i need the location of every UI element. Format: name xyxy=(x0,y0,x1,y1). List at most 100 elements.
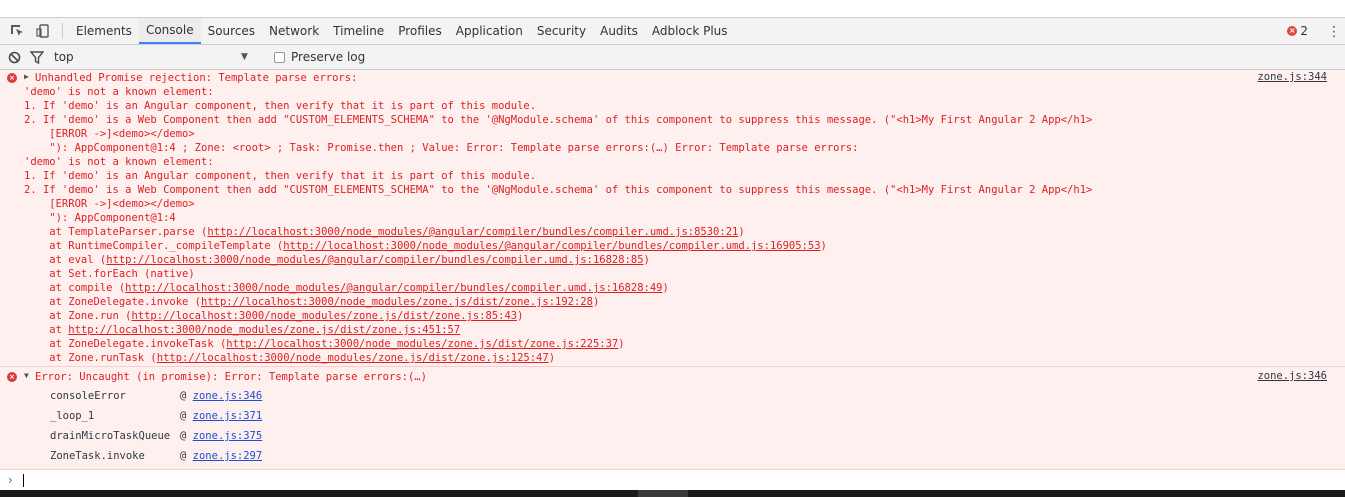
window-top-strip xyxy=(0,0,1345,17)
stack-frame-link[interactable]: http://localhost:3000/node_modules/zone.… xyxy=(131,310,517,322)
taskbar-strip xyxy=(0,490,1345,497)
stack-frame-link[interactable]: http://localhost:3000/node_modules/@angu… xyxy=(106,254,643,266)
expand-triangle-icon[interactable]: ▶ xyxy=(24,72,29,81)
tab-network[interactable]: Network xyxy=(262,18,326,44)
preserve-log-checkbox[interactable] xyxy=(274,51,285,63)
trace-function: ZoneTask.invoke xyxy=(50,450,145,462)
clear-console-icon[interactable] xyxy=(8,51,21,64)
error-icon: × xyxy=(7,372,17,382)
stack-frame-function: at ZoneDelegate.invoke ( xyxy=(24,296,202,308)
message-line: 2. If 'demo' is a Web Component then add… xyxy=(24,114,1093,126)
stack-frame-suffix: ) xyxy=(592,296,600,308)
dropdown-arrow-icon: ▼ xyxy=(241,52,248,62)
devtools-tab-bar: Elements Console Sources Network Timeline Pro… xyxy=(0,17,1345,45)
toolbar-divider xyxy=(62,23,63,39)
stack-frame: at eval (http://localhost:3000/node_modu… xyxy=(24,253,650,267)
panel-tabs: Elements Console Sources Network Timeline Pro… xyxy=(69,18,735,44)
device-toolbar-button[interactable] xyxy=(30,18,56,44)
error-icon: × xyxy=(1287,26,1298,36)
tab-audits[interactable]: Audits xyxy=(593,18,645,44)
trace-at-sign: @ xyxy=(180,450,193,462)
tab-elements[interactable]: Elements xyxy=(69,18,139,44)
stack-frame-function: at ZoneDelegate.invokeTask ( xyxy=(24,338,227,350)
stack-frame-function: at Set.forEach (native) xyxy=(24,268,195,280)
execution-context-value: top xyxy=(54,50,74,64)
console-error-message: × ▼ Error: Uncaught (in promise): Error:… xyxy=(0,367,1345,470)
more-options-icon[interactable]: ⋮ xyxy=(1323,18,1345,44)
trace-location-link[interactable]: zone.js:375 xyxy=(193,430,263,442)
tab-timeline[interactable]: Timeline xyxy=(326,18,391,44)
stack-frame-link[interactable]: http://localhost:3000/node_modules/zone.… xyxy=(201,296,593,308)
message-line: 'demo' is not a known element: xyxy=(24,86,214,98)
stack-frame-function: at Zone.run ( xyxy=(24,310,132,322)
stack-frame: at http://localhost:3000/node_modules/zo… xyxy=(24,323,460,337)
error-icon: × xyxy=(7,73,17,83)
tab-adblock-plus[interactable]: Adblock Plus xyxy=(645,18,735,44)
trace-function: drainMicroTaskQueue xyxy=(50,430,171,442)
console-prompt[interactable]: › xyxy=(0,470,1345,490)
execution-context-select[interactable]: top ▼ xyxy=(54,50,254,64)
tab-sources[interactable]: Sources xyxy=(201,18,262,44)
text-caret xyxy=(23,474,24,487)
error-count-label: 2 xyxy=(1300,24,1308,38)
message-source-link[interactable]: zone.js:344 xyxy=(1257,71,1327,83)
trace-row: consoleError @ zone.js:346 xyxy=(50,386,262,406)
trace-function: _loop_1 xyxy=(50,410,95,422)
stack-frame: at Set.forEach (native) xyxy=(24,267,195,281)
message-line: 1. If 'demo' is an Angular component, th… xyxy=(24,100,537,112)
stack-frame-function: at TemplateParser.parse ( xyxy=(24,226,208,238)
stack-frame-link[interactable]: http://localhost:3000/node_modules/@angu… xyxy=(283,240,820,252)
taskbar-segment xyxy=(638,490,688,497)
trace-location-link[interactable]: zone.js:371 xyxy=(193,410,263,422)
stack-frame-suffix: ) xyxy=(548,352,556,364)
trace-location-link[interactable]: zone.js:346 xyxy=(193,390,263,402)
trace-at-sign: @ xyxy=(180,390,193,402)
trace-at-sign: @ xyxy=(180,410,193,422)
inspect-element-button[interactable] xyxy=(4,18,30,44)
message-line: "): AppComponent@1:4 ; Zone: <root> ; Ta… xyxy=(24,142,859,154)
stack-frame-function: at RuntimeCompiler._compileTemplate ( xyxy=(24,240,284,252)
collapse-triangle-icon[interactable]: ▼ xyxy=(24,371,29,380)
tab-security[interactable]: Security xyxy=(530,18,593,44)
stack-frame-function: at xyxy=(24,324,69,336)
stack-frame-link[interactable]: http://localhost:3000/node_modules/zone.… xyxy=(157,352,549,364)
preserve-log-label: Preserve log xyxy=(291,50,366,64)
error-counter[interactable]: × 2 xyxy=(1287,24,1308,38)
stack-frame: at Zone.runTask (http://localhost:3000/n… xyxy=(24,351,555,365)
message-headline: Unhandled Promise rejection: Template pa… xyxy=(35,72,358,84)
inspect-cursor-icon xyxy=(11,25,23,36)
console-error-message: × ▶ zone.js:344 Unhandled Promise reject… xyxy=(0,70,1345,367)
trace-row: ZoneTask.invoke @ zone.js:297 xyxy=(50,446,262,466)
stack-frame-link[interactable]: http://localhost:3000/node_modules/zone.… xyxy=(226,338,618,350)
preserve-log-toggle[interactable]: Preserve log xyxy=(274,50,365,64)
stack-frame-suffix: ) xyxy=(820,240,827,252)
trace-row: _loop_1 @ zone.js:371 xyxy=(50,406,262,426)
stack-frame-suffix: ) xyxy=(738,226,745,238)
stack-frame-link[interactable]: http://localhost:3000/node_modules/zone.… xyxy=(68,324,460,336)
tab-console[interactable]: Console xyxy=(138,18,201,44)
message-line: [ERROR ->]<demo></demo> xyxy=(24,128,195,140)
tab-application[interactable]: Application xyxy=(449,18,530,44)
trace-at-sign: @ xyxy=(180,430,193,442)
console-filter-bar: top ▼ Preserve log xyxy=(0,45,1345,70)
message-line: 1. If 'demo' is an Angular component, th… xyxy=(24,170,537,182)
stack-frame: at ZoneDelegate.invoke (http://localhost… xyxy=(24,295,599,309)
stack-frame-link[interactable]: http://localhost:3000/node_modules/@angu… xyxy=(207,226,738,238)
stack-frame-function: at compile ( xyxy=(24,282,126,294)
trace-location-link[interactable]: zone.js:297 xyxy=(193,450,263,462)
stack-frame: at RuntimeCompiler._compileTemplate (htt… xyxy=(24,239,827,253)
message-line: "): AppComponent@1:4 xyxy=(24,212,176,224)
stack-frame-link[interactable]: http://localhost:3000/node_modules/@angu… xyxy=(125,282,662,294)
message-source-link[interactable]: zone.js:346 xyxy=(1257,370,1327,382)
message-line: 'demo' is not a known element: xyxy=(24,156,214,168)
stack-frame: at TemplateParser.parse (http://localhos… xyxy=(24,225,745,239)
message-text: Error: Uncaught (in promise): Error: Tem… xyxy=(35,371,427,383)
tab-profiles[interactable]: Profiles xyxy=(391,18,449,44)
filter-icon[interactable] xyxy=(30,50,44,64)
trace-function: consoleError xyxy=(50,390,126,402)
stack-frame-suffix: ) xyxy=(517,310,524,322)
trace-row: drainMicroTaskQueue @ zone.js:375 xyxy=(50,426,262,446)
toolbar-right: × 2 ⋮ xyxy=(1287,18,1345,44)
stack-frame-suffix: ) xyxy=(662,282,669,294)
stack-frame-suffix: ) xyxy=(618,338,625,350)
